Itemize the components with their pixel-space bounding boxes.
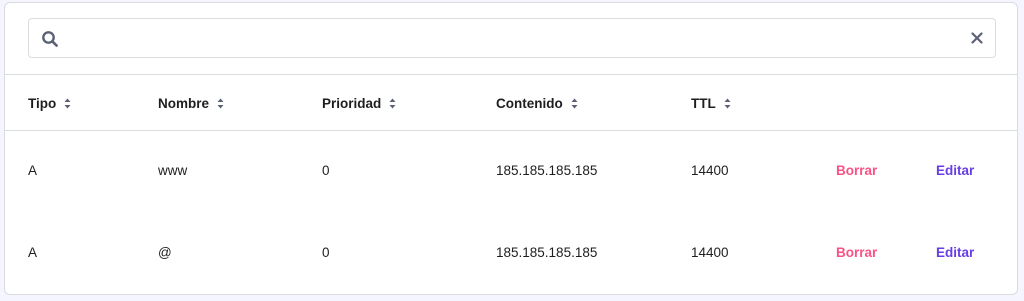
column-header-label: TTL bbox=[691, 96, 716, 111]
close-icon[interactable] bbox=[971, 32, 983, 44]
cell-contenido: 185.185.185.185 bbox=[496, 245, 598, 260]
sort-icon bbox=[389, 98, 396, 109]
column-header-contenido[interactable]: Contenido bbox=[496, 96, 578, 111]
search-bar[interactable] bbox=[28, 18, 996, 58]
header-divider bbox=[5, 130, 1017, 131]
column-header-ttl[interactable]: TTL bbox=[691, 96, 731, 111]
sort-icon bbox=[217, 98, 224, 109]
cell-prioridad: 0 bbox=[322, 245, 330, 260]
edit-button[interactable]: Editar bbox=[936, 245, 974, 260]
sort-icon bbox=[571, 98, 578, 109]
search-icon bbox=[42, 31, 58, 47]
column-header-label: Nombre bbox=[158, 96, 210, 111]
cell-ttl: 14400 bbox=[691, 163, 729, 178]
cell-nombre: www bbox=[158, 163, 188, 178]
delete-button[interactable]: Borrar bbox=[836, 163, 877, 178]
cell-tipo: A bbox=[28, 163, 38, 178]
cell-prioridad: 0 bbox=[322, 163, 330, 178]
sort-icon bbox=[724, 98, 731, 109]
column-header-nombre[interactable]: Nombre bbox=[158, 96, 224, 111]
column-header-label: Tipo bbox=[28, 96, 57, 111]
sort-icon bbox=[64, 98, 71, 109]
cell-contenido: 185.185.185.185 bbox=[496, 163, 598, 178]
cell-ttl: 14400 bbox=[691, 245, 729, 260]
column-header-label: Contenido bbox=[496, 96, 563, 111]
cell-tipo: A bbox=[28, 245, 38, 260]
cell-nombre: @ bbox=[158, 245, 172, 260]
dns-records-card: Tipo Nombre Prioridad Contenido TTL A ww… bbox=[4, 2, 1018, 295]
delete-button[interactable]: Borrar bbox=[836, 245, 877, 260]
search-divider bbox=[5, 74, 1017, 75]
column-header-tipo[interactable]: Tipo bbox=[28, 96, 71, 111]
edit-button[interactable]: Editar bbox=[936, 163, 974, 178]
column-header-label: Prioridad bbox=[322, 96, 382, 111]
column-header-prioridad[interactable]: Prioridad bbox=[322, 96, 396, 111]
search-input[interactable] bbox=[73, 25, 947, 53]
